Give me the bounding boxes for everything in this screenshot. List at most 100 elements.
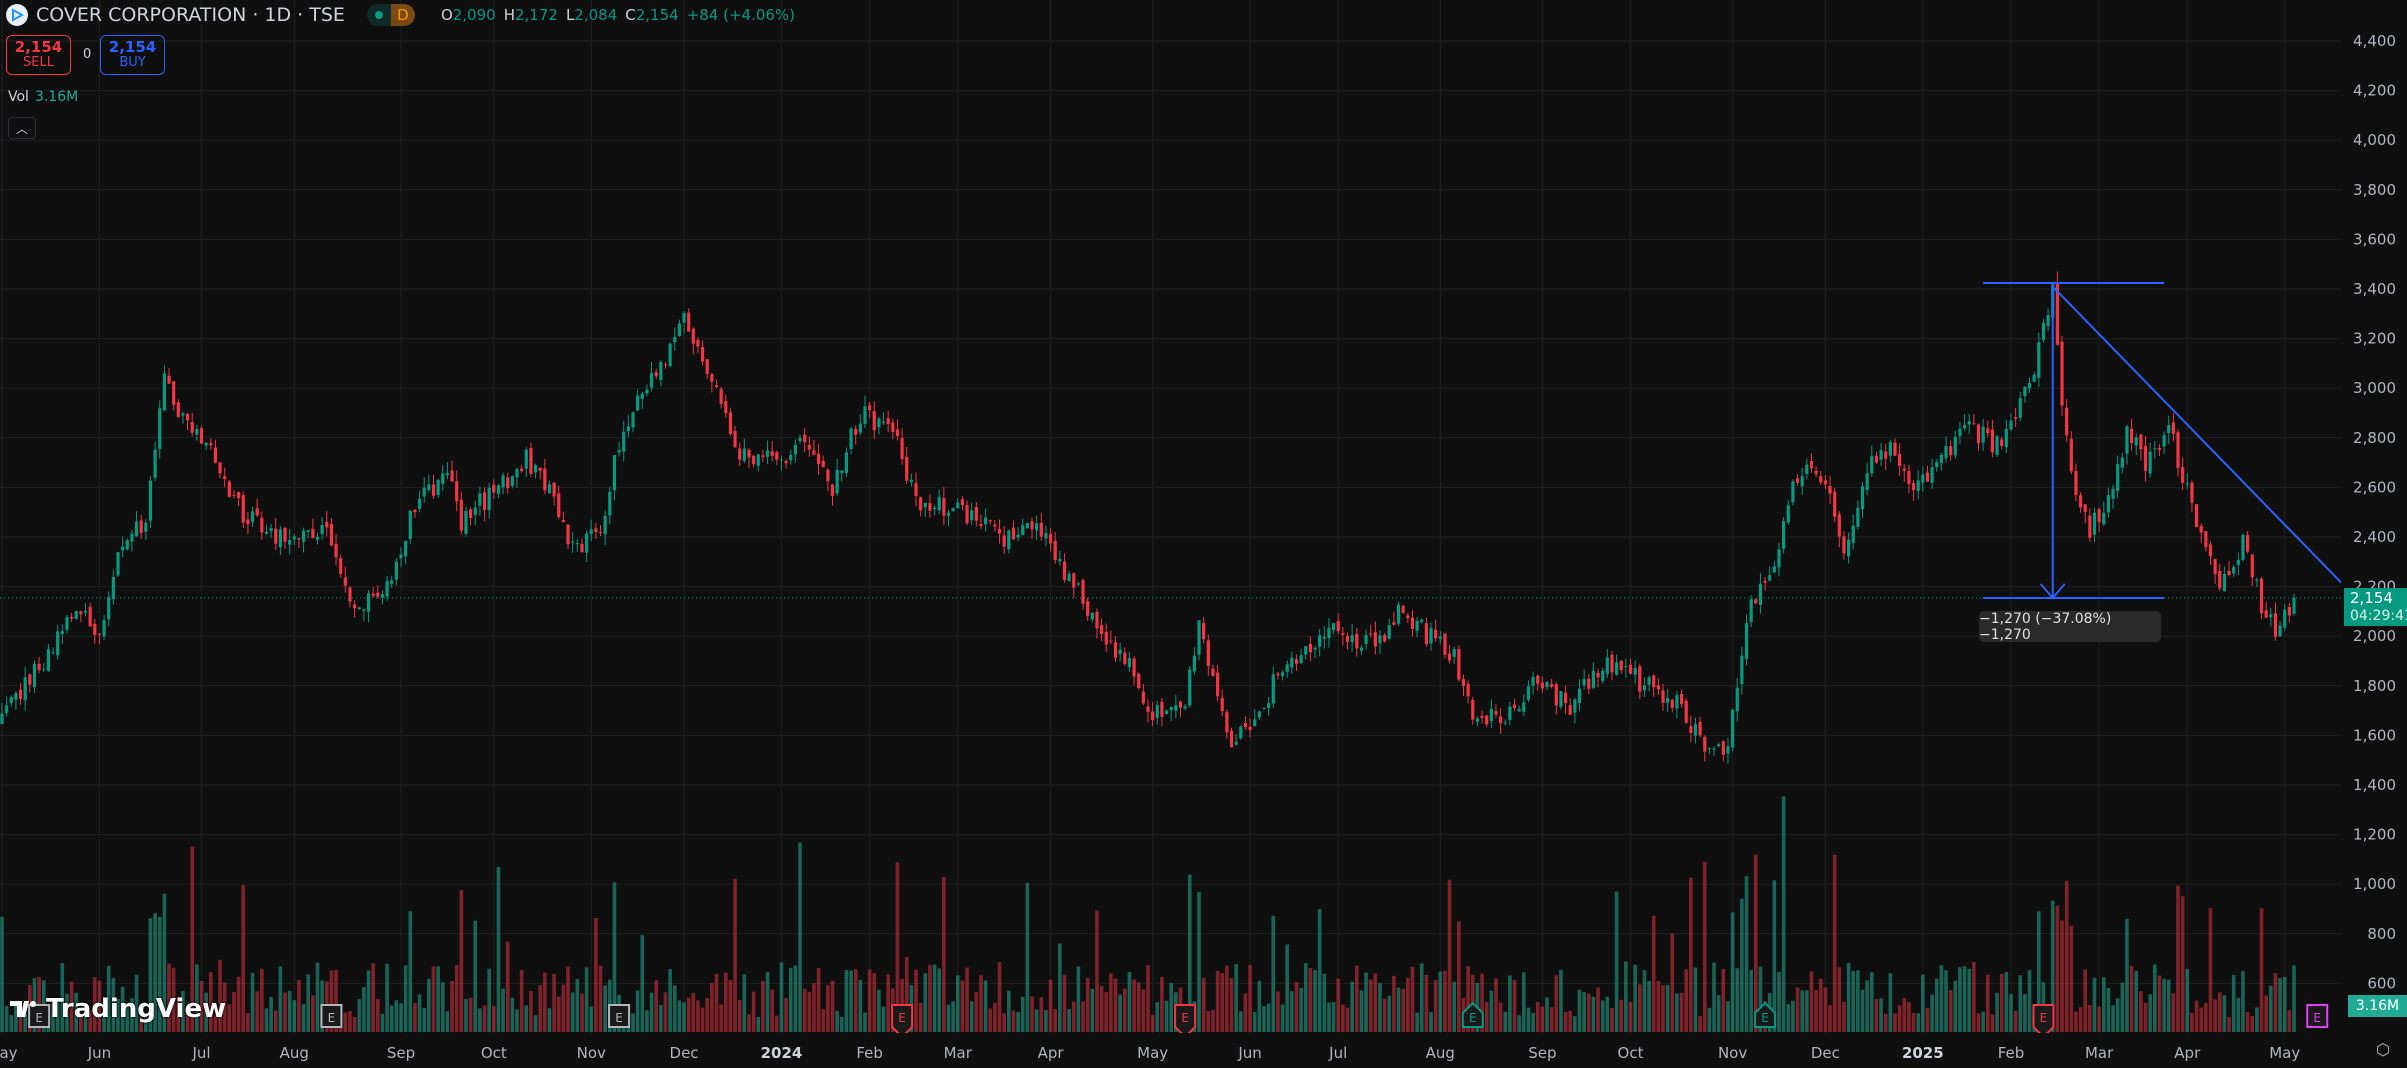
market-status-badge[interactable]: D (366, 4, 415, 26)
candle-body (1563, 692, 1568, 703)
price-chart[interactable]: EEEEEEEEE 4,4004,2004,0003,8003,6003,400… (0, 0, 2407, 1068)
candle-body (1874, 455, 1879, 463)
volume-bar (1498, 1002, 1503, 1032)
candle-body (125, 540, 129, 550)
volume-bar (1962, 966, 1967, 1032)
candle-body (1550, 684, 1554, 687)
candle-body (1712, 748, 1716, 750)
candle-body (1921, 474, 1925, 483)
volume-bars (0, 796, 2296, 1032)
candle-body (1582, 679, 1586, 686)
candle-body (1577, 688, 1582, 704)
volume-bar (1624, 961, 1628, 1032)
volume-bar (951, 1001, 955, 1032)
tradingview-logo[interactable]: TradingView (10, 994, 226, 1024)
volume-bar (362, 987, 366, 1032)
candle-body (784, 461, 788, 464)
candle-body (710, 374, 714, 382)
candle-body (2194, 504, 2199, 527)
candle-body (1215, 672, 1220, 697)
axis-settings-icon[interactable]: ⬡ (2372, 1040, 2394, 1062)
volume-bar (603, 985, 607, 1032)
candle-body (121, 546, 125, 551)
price-tick-label: 2,000 (2353, 627, 2396, 645)
volume-bar (422, 1008, 427, 1032)
sell-button[interactable]: 2,154 SELL (6, 35, 71, 75)
volume-bar (4, 1006, 9, 1032)
volume-bar (645, 1010, 649, 1032)
symbol-title[interactable]: COVER CORPORATION · 1D · TSE (36, 4, 345, 26)
candle-body (246, 519, 250, 524)
volume-bar (2162, 978, 2166, 1032)
candle-body (1601, 671, 1605, 681)
candle-body (492, 484, 496, 493)
candle-body (1174, 705, 1178, 711)
candle-body (464, 510, 468, 534)
candle-body (2218, 570, 2222, 589)
volume-bar (529, 991, 533, 1032)
candle-body (552, 482, 556, 497)
volume-bar (413, 1002, 417, 1032)
volume-bar (519, 969, 524, 1032)
candle-body (190, 422, 194, 433)
candle-body (1461, 679, 1466, 686)
candle-body (1647, 677, 1651, 685)
time-tick-label: Sep (1528, 1044, 1556, 1062)
volume-bar (802, 988, 807, 1032)
volume-legend[interactable]: Vol 3.16M (8, 89, 78, 105)
time-tick-label: Feb (1998, 1044, 2025, 1062)
candle-body (227, 481, 231, 497)
candle-body (1605, 657, 1609, 674)
candle-body (459, 499, 463, 531)
collapse-legend-button[interactable]: ︿ (8, 117, 36, 139)
candle-body (1898, 453, 1902, 466)
volume-bar (2069, 925, 2074, 1032)
volume-bar (1730, 912, 1735, 1032)
volume-bar (2092, 977, 2097, 1032)
buy-button[interactable]: 2,154 BUY (100, 35, 165, 75)
candle-body (543, 468, 547, 491)
volume-bar (1058, 943, 1062, 1032)
volume-bar (2292, 965, 2296, 1032)
candle-body (2236, 559, 2240, 565)
time-tick-label: 2024 (761, 1044, 803, 1062)
candle-body (32, 663, 37, 688)
time-tick-label: Dec (1811, 1044, 1840, 1062)
candle-body (612, 455, 617, 491)
candle-body (37, 663, 41, 670)
candle-body (1410, 617, 1415, 630)
candle-body (1935, 461, 1939, 468)
candle-body (909, 479, 913, 483)
earnings-marker-label: E (2040, 1011, 2048, 1025)
candle-body (1373, 632, 1377, 647)
time-axis[interactable] (0, 1033, 2341, 1068)
volume-bar (1160, 977, 1164, 1032)
volume-bar (227, 1004, 232, 1032)
candle-body (1127, 657, 1132, 668)
candle-body (501, 475, 505, 488)
candle-body (524, 449, 528, 469)
time-tick-label: Aug (1426, 1044, 1455, 1062)
volume-bar (1406, 977, 1410, 1032)
candle-body (1420, 619, 1424, 623)
volume-bar (1921, 974, 1925, 1032)
candle-body (2125, 426, 2129, 454)
volume-bar (1818, 978, 1823, 1032)
candle-body (2171, 422, 2175, 434)
candle-body (1058, 558, 1062, 562)
candle-body (747, 449, 751, 458)
volume-bar (1141, 989, 1146, 1032)
volume-bar (1995, 992, 1999, 1032)
candle-body (1545, 682, 1549, 688)
candle-body (2190, 482, 2194, 503)
candle-body (158, 408, 162, 449)
volume-bar (566, 966, 570, 1032)
last-price-tag: 2,154 04:29:41 (2344, 588, 2407, 626)
candle-body (478, 493, 482, 506)
candle-body (1972, 423, 1976, 425)
time-tick-label: May (0, 1044, 18, 1062)
candle-body (320, 524, 324, 535)
candle-body (1053, 540, 1057, 561)
time-tick-label: Nov (577, 1044, 606, 1062)
candle-body (1002, 535, 1006, 547)
